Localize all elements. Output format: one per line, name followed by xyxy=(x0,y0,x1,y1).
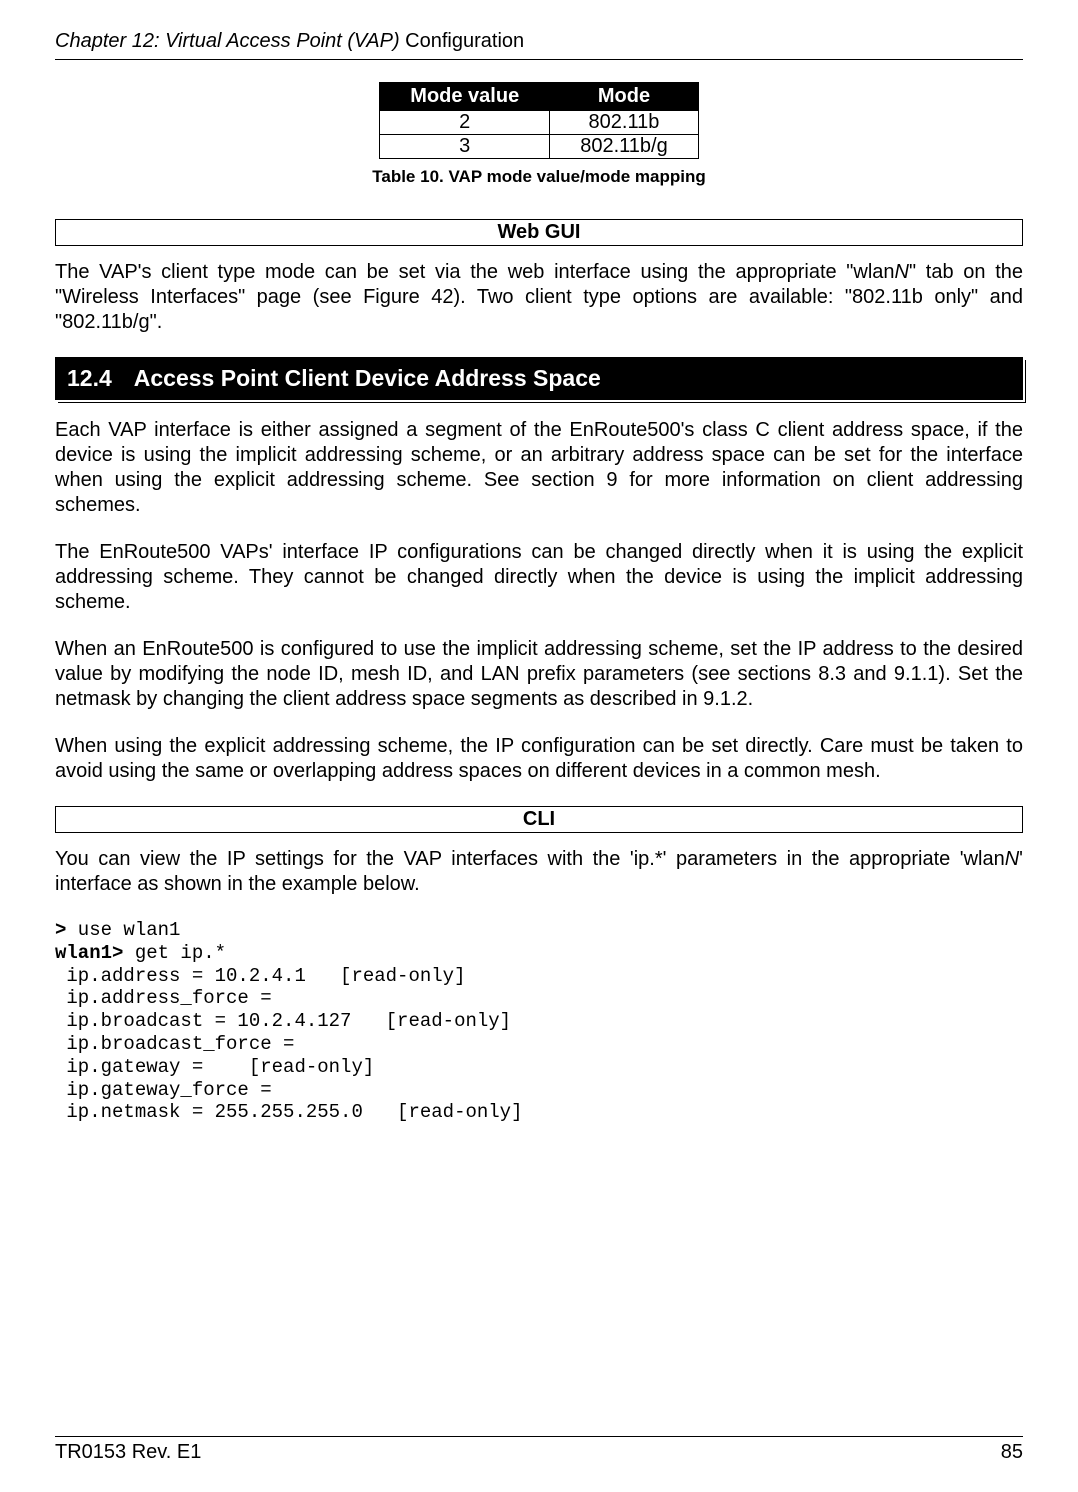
paragraph: Each VAP interface is either assigned a … xyxy=(55,418,1023,518)
paragraph: The EnRoute500 VAPs' interface IP config… xyxy=(55,540,1023,615)
paragraph: When an EnRoute500 is configured to use … xyxy=(55,637,1023,712)
footer-page-number: 85 xyxy=(1001,1441,1023,1464)
section-title: Access Point Client Device Address Space xyxy=(134,365,601,392)
mode-table: Mode value Mode 2 802.11b 3 802.11b/g xyxy=(379,82,698,159)
cli-output: ip.address = 10.2.4.1 [read-only] xyxy=(55,965,465,987)
cli-output: ip.address_force = xyxy=(55,987,272,1009)
cli-intro-paragraph: You can view the IP settings for the VAP… xyxy=(55,847,1023,897)
webgui-heading: Web GUI xyxy=(55,219,1023,246)
cli-output: ip.gateway = [read-only] xyxy=(55,1056,374,1078)
cli-command: get ip.* xyxy=(123,942,226,964)
table-row: 2 802.11b xyxy=(380,111,698,135)
section-heading: 12.4 Access Point Client Device Address … xyxy=(55,357,1023,400)
header-rule xyxy=(55,59,1023,60)
cell-mode-value: 3 xyxy=(380,135,550,159)
footer-row: TR0153 Rev. E1 85 xyxy=(55,1441,1023,1464)
italic-n: N xyxy=(895,261,909,283)
webgui-paragraph: The VAP's client type mode can be set vi… xyxy=(55,260,1023,335)
table-row: 3 802.11b/g xyxy=(380,135,698,159)
footer-rule xyxy=(55,1436,1023,1437)
cli-command: use wlan1 xyxy=(66,919,180,941)
cli-output: ip.netmask = 255.255.255.0 [read-only] xyxy=(55,1101,522,1123)
cell-mode: 802.11b/g xyxy=(550,135,699,159)
cli-heading: CLI xyxy=(55,806,1023,833)
chapter-title-italic: Chapter 12: Virtual Access Point (VAP) xyxy=(55,30,405,52)
cli-output: ip.broadcast = 10.2.4.127 [read-only] xyxy=(55,1010,511,1032)
table-header-row: Mode value Mode xyxy=(380,83,698,111)
cli-prompt: > xyxy=(55,919,66,941)
footer-left: TR0153 Rev. E1 xyxy=(55,1441,201,1464)
col-header-mode-value: Mode value xyxy=(380,83,550,111)
table-caption: Table 10. VAP mode value/mode mapping xyxy=(55,167,1023,187)
cli-prompt: wlan1> xyxy=(55,942,123,964)
cell-mode: 802.11b xyxy=(550,111,699,135)
cli-block: > use wlan1 wlan1> get ip.* ip.address =… xyxy=(55,919,1023,1124)
chapter-title-suffix: Configuration xyxy=(405,30,524,52)
paragraph: When using the explicit addressing schem… xyxy=(55,734,1023,784)
col-header-mode: Mode xyxy=(550,83,699,111)
section-number: 12.4 xyxy=(67,365,112,392)
italic-n: N xyxy=(1005,848,1019,870)
page-footer: TR0153 Rev. E1 85 xyxy=(55,1436,1023,1464)
cell-mode-value: 2 xyxy=(380,111,550,135)
chapter-header: Chapter 12: Virtual Access Point (VAP) C… xyxy=(55,30,1023,53)
cli-output: ip.gateway_force = xyxy=(55,1079,272,1101)
cli-output: ip.broadcast_force = xyxy=(55,1033,294,1055)
